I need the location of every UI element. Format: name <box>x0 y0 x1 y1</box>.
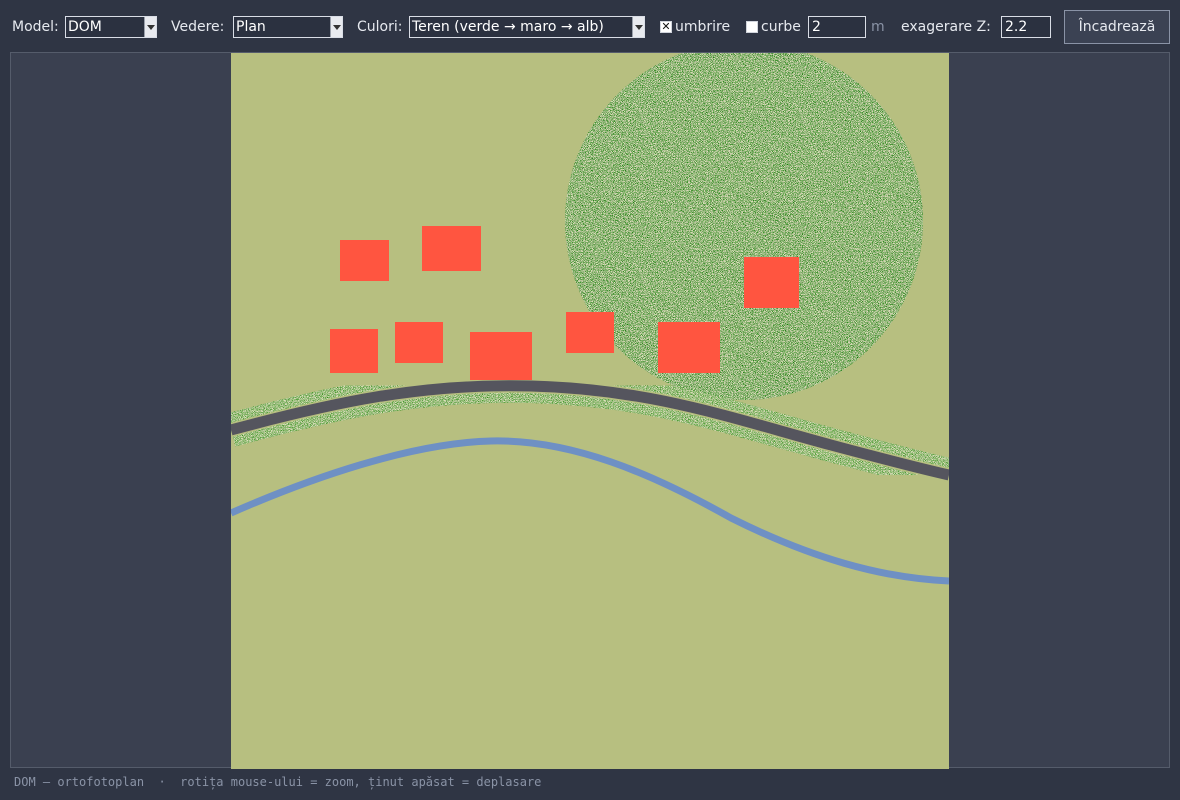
building <box>470 332 532 380</box>
building <box>658 322 720 373</box>
chevron-down-icon[interactable] <box>144 17 156 37</box>
fit-view-button[interactable]: Încadrează <box>1064 10 1170 44</box>
chevron-down-icon[interactable] <box>632 17 644 37</box>
model-select-value: DOM <box>68 19 102 35</box>
building <box>330 329 378 373</box>
building <box>566 312 614 353</box>
shading-checkbox[interactable] <box>660 19 672 35</box>
contour-interval-input[interactable]: 2 <box>808 16 866 38</box>
contours-checkbox[interactable] <box>746 21 758 33</box>
view-select[interactable]: Plan <box>233 16 343 38</box>
shading-label: umbrire <box>675 19 731 35</box>
contour-unit: m <box>871 19 885 35</box>
chevron-down-icon[interactable] <box>330 17 342 37</box>
status-bar: DOM — ortofotoplan · rotița mouse-ului =… <box>14 775 542 789</box>
colors-select[interactable]: Teren (verde → maro → alb) <box>409 16 645 38</box>
view-label: Vedere: <box>171 19 225 35</box>
building <box>744 257 799 308</box>
map-viewport[interactable] <box>10 52 1170 769</box>
zexag-input[interactable]: 2.2 <box>1001 16 1051 38</box>
building <box>340 240 389 281</box>
colors-select-value: Teren (verde → maro → alb) <box>412 19 604 35</box>
zexag-label: exagerare Z: <box>901 19 991 35</box>
building <box>422 226 481 271</box>
building <box>395 322 443 363</box>
forest-area <box>565 53 923 400</box>
map-canvas[interactable] <box>231 53 949 769</box>
model-select[interactable]: DOM <box>65 16 157 38</box>
contours-label: curbe <box>761 19 801 35</box>
model-label: Model: <box>12 19 59 35</box>
colors-label: Culori: <box>357 19 403 35</box>
view-select-value: Plan <box>236 19 266 35</box>
toolbar: Model: DOM Vedere: Plan Culori: Teren (v… <box>0 0 1180 52</box>
